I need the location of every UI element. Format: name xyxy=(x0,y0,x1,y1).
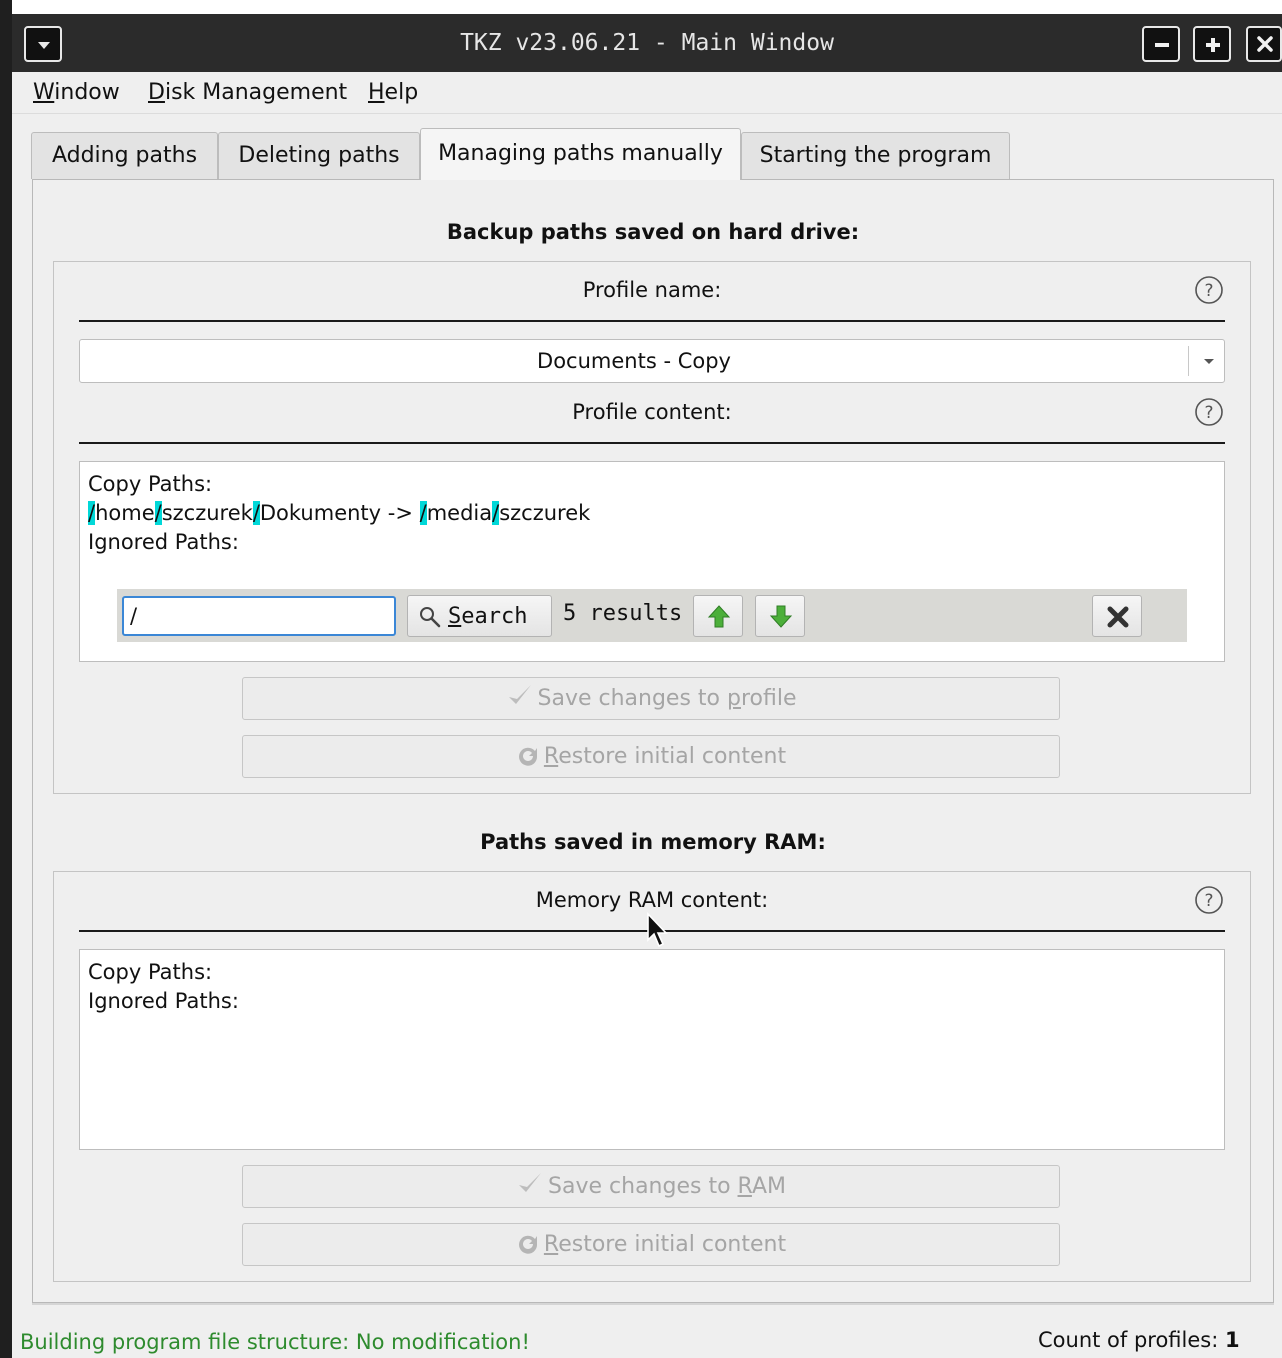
search-highlight: / xyxy=(154,501,162,525)
save-ram-label-rest: AM xyxy=(751,1174,786,1199)
search-icon xyxy=(420,607,441,628)
previous-result-button[interactable] xyxy=(693,595,743,637)
path-line: /home/szczurek/Dokumenty -> /media/szczu… xyxy=(88,499,590,528)
combo-separator xyxy=(1188,346,1189,376)
title-bar[interactable]: TKZ v23.06.21 - Main Window xyxy=(12,14,1282,72)
search-highlight: / xyxy=(419,501,427,525)
search-input[interactable] xyxy=(122,596,396,636)
svg-text:?: ? xyxy=(1204,281,1213,301)
disk-group: Profile name: ? Documents - Copy Profile… xyxy=(53,261,1251,794)
menu-help-accel: H xyxy=(368,80,385,105)
path-segment: home xyxy=(95,501,155,525)
profile-select[interactable]: Documents - Copy xyxy=(79,339,1225,383)
copy-paths-line: Copy Paths: xyxy=(88,960,213,984)
profile-name-label: Profile name: xyxy=(582,278,722,302)
search-button-label: Search xyxy=(448,604,527,629)
checkmark-icon xyxy=(508,685,531,704)
disk-section-title: Backup paths saved on hard drive: xyxy=(446,220,860,244)
tab-deleting-paths[interactable]: Deleting paths xyxy=(218,132,420,179)
ignored-paths-line: Ignored Paths: xyxy=(88,989,239,1013)
search-rest: earch xyxy=(461,604,528,629)
path-segment: szczurek xyxy=(499,501,591,525)
save-changes-to-profile-button[interactable]: Save changes to profile xyxy=(242,677,1060,720)
menu-disk-accel: D xyxy=(148,80,165,105)
save-ram-accel: R xyxy=(737,1174,752,1199)
status-message: Building program file structure: No modi… xyxy=(20,1330,530,1354)
menu-help-label: elp xyxy=(384,80,419,105)
window-frame-left xyxy=(0,0,12,1358)
search-bar: Search 5 results xyxy=(117,589,1187,642)
minimize-button[interactable] xyxy=(1142,26,1180,62)
close-icon xyxy=(1107,606,1129,628)
restore-initial-ram-content-button[interactable]: Restore initial content xyxy=(242,1223,1060,1266)
profile-content-editor[interactable]: Copy Paths: /home/szczurek/Dokumenty -> … xyxy=(79,461,1225,662)
tab-starting-the-program[interactable]: Starting the program xyxy=(741,132,1010,179)
svg-text:?: ? xyxy=(1204,403,1213,423)
path-segment: media xyxy=(426,501,493,525)
tab-panel: Backup paths saved on hard drive: Profil… xyxy=(32,179,1274,1303)
menu-window[interactable]: Window xyxy=(33,80,120,105)
restore-label: estore initial content xyxy=(558,1232,787,1257)
question-circle-icon[interactable]: ? xyxy=(1194,885,1224,915)
profile-count: Count of profiles: 1 xyxy=(1038,1328,1240,1352)
save-ram-label: Save changes to xyxy=(548,1174,738,1199)
save-changes-to-ram-button[interactable]: Save changes to RAM xyxy=(242,1165,1060,1208)
next-result-button[interactable] xyxy=(755,595,805,637)
restore-accel: R xyxy=(543,1232,559,1257)
memory-ram-content-label: Memory RAM content: xyxy=(535,888,769,912)
chevron-down-icon[interactable] xyxy=(1198,350,1220,372)
path-segment: Dokumenty -> xyxy=(259,501,420,525)
search-results-count: 5 results xyxy=(563,601,683,626)
chevron-down-icon xyxy=(38,42,50,49)
minimize-icon xyxy=(1155,43,1169,47)
refresh-icon xyxy=(518,747,537,766)
path-segment: szczurek xyxy=(161,501,253,525)
menu-help[interactable]: Help xyxy=(368,80,418,105)
menu-disk-label: isk Management xyxy=(164,80,348,105)
profile-content-label: Profile content: xyxy=(572,400,732,424)
profile-count-value: 1 xyxy=(1224,1328,1240,1352)
ram-section-title: Paths saved in memory RAM: xyxy=(480,830,826,854)
checkmark-icon xyxy=(519,1173,542,1192)
close-icon xyxy=(1257,36,1273,52)
menu-disk-management[interactable]: Disk Management xyxy=(148,80,347,105)
copy-paths-line: Copy Paths: xyxy=(88,472,213,496)
down-arrow-icon xyxy=(769,605,793,628)
menu-window-label: indow xyxy=(54,80,120,105)
save-profile-label: Save changes to xyxy=(537,686,727,711)
panel-bottom-edge xyxy=(32,1303,1274,1305)
mouse-cursor-icon xyxy=(647,912,668,948)
tab-adding-paths[interactable]: Adding paths xyxy=(31,132,218,179)
close-window-button[interactable] xyxy=(1246,26,1282,62)
refresh-icon xyxy=(518,1235,537,1254)
profile-select-value: Documents - Copy xyxy=(537,349,731,373)
search-accel: S xyxy=(448,604,462,629)
svg-text:?: ? xyxy=(1204,891,1213,911)
up-arrow-icon xyxy=(707,605,731,628)
window-body: Window Disk Management Help Adding paths… xyxy=(12,72,1282,1358)
ram-content-editor[interactable]: Copy Paths: Ignored Paths: xyxy=(79,949,1225,1150)
maximize-icon xyxy=(1206,38,1220,52)
save-profile-label-rest: rofile xyxy=(740,686,797,711)
search-button[interactable]: Search xyxy=(407,595,552,637)
window-menu-button[interactable] xyxy=(24,26,62,62)
profile-count-label: Count of profiles: xyxy=(1038,1328,1225,1352)
restore-accel: R xyxy=(543,744,559,769)
restore-initial-content-button[interactable]: Restore initial content xyxy=(242,735,1060,778)
divider xyxy=(79,320,1225,322)
tab-managing-paths-manually[interactable]: Managing paths manually xyxy=(420,128,741,180)
ignored-paths-line: Ignored Paths: xyxy=(88,530,239,554)
menu-window-accel: W xyxy=(33,80,55,105)
restore-label: estore initial content xyxy=(558,744,787,769)
question-circle-icon[interactable]: ? xyxy=(1194,397,1224,427)
save-profile-accel: p xyxy=(727,686,741,711)
close-search-button[interactable] xyxy=(1092,595,1142,637)
window-title: TKZ v23.06.21 - Main Window xyxy=(460,30,834,56)
divider xyxy=(79,442,1225,444)
maximize-button[interactable] xyxy=(1193,26,1231,62)
search-highlight: / xyxy=(252,501,260,525)
question-circle-icon[interactable]: ? xyxy=(1194,275,1224,305)
menu-bar: Window Disk Management Help xyxy=(12,72,1282,114)
